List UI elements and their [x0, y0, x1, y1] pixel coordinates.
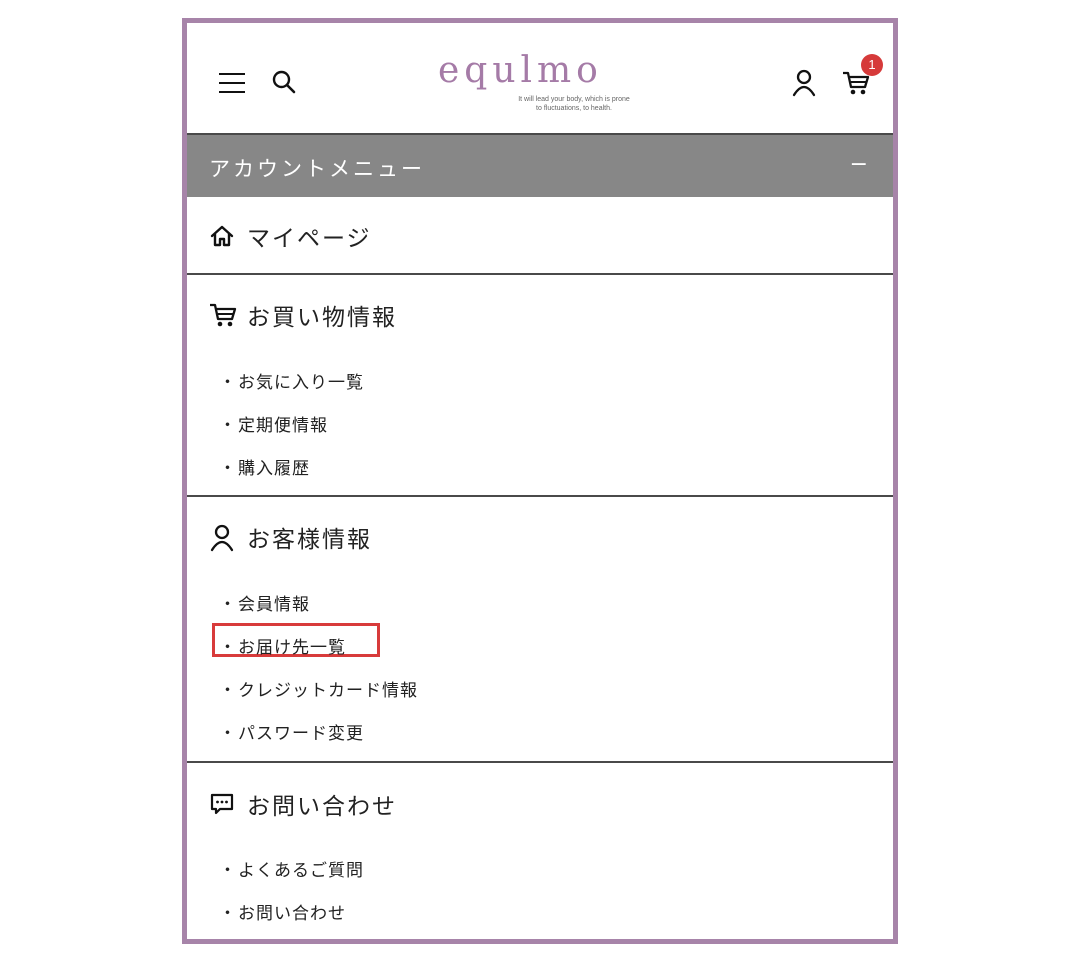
contact-label: お問い合わせ: [247, 794, 397, 820]
sub-item-change-password[interactable]: ・パスワード変更: [187, 713, 893, 756]
sub-item-member-info[interactable]: ・会員情報: [187, 584, 893, 627]
sub-item-label: よくあるご質問: [238, 861, 364, 881]
sub-item-purchase-history[interactable]: ・購入履歴: [187, 448, 893, 491]
customer-sub-list: ・会員情報 ・お届け先一覧 ・クレジットカード情報 ・パスワード変更: [187, 584, 893, 756]
sub-item-label: お届け先一覧: [238, 638, 346, 658]
contact-sub-list: ・よくあるご質問 ・お問い合わせ: [187, 850, 893, 936]
section-mypage: マイページ: [187, 197, 893, 275]
site-logo[interactable]: equlmo It will lead your body, which is …: [438, 50, 663, 113]
mypage-label: マイページ: [247, 226, 372, 252]
search-icon[interactable]: [271, 69, 297, 99]
bullet: ・: [219, 595, 237, 615]
account-menu-title: アカウントメニュー: [209, 157, 425, 181]
shopping-label: お買い物情報: [247, 305, 397, 331]
customer-label: お客様情報: [247, 527, 372, 553]
hamburger-menu-icon[interactable]: [219, 73, 245, 93]
logo-tagline: It will lead your body, which is prone t…: [484, 95, 664, 113]
customer-heading: お客様情報: [209, 520, 372, 554]
account-menu-header[interactable]: アカウントメニュー −: [187, 135, 893, 197]
logo-text: equlmo: [438, 50, 603, 91]
sub-item-favorites[interactable]: ・お気に入り一覧: [187, 362, 893, 405]
sub-item-contact[interactable]: ・お問い合わせ: [187, 893, 893, 936]
shopping-sub-list: ・お気に入り一覧 ・定期便情報 ・購入履歴: [187, 362, 893, 491]
bullet: ・: [219, 638, 237, 658]
cart-icon: [209, 302, 237, 328]
mobile-frame: equlmo It will lead your body, which is …: [182, 18, 898, 944]
sub-item-label: クレジットカード情報: [238, 681, 418, 701]
site-header: equlmo It will lead your body, which is …: [187, 23, 893, 135]
section-contact: お問い合わせ ・よくあるご質問 ・お問い合わせ: [187, 763, 893, 939]
collapse-toggle-icon[interactable]: −: [850, 152, 871, 177]
contact-heading: お問い合わせ: [209, 787, 397, 821]
sub-item-label: 定期便情報: [238, 416, 328, 436]
sub-item-label: 会員情報: [238, 595, 310, 615]
bullet: ・: [219, 459, 237, 479]
logo-tagline-line-2: to fluctuations, to health.: [536, 105, 612, 112]
bullet: ・: [219, 373, 237, 393]
mypage-link[interactable]: マイページ: [209, 219, 372, 253]
sub-item-label: パスワード変更: [238, 724, 364, 744]
bullet: ・: [219, 861, 237, 881]
sub-item-label: お気に入り一覧: [238, 373, 364, 393]
chat-icon: [209, 791, 235, 817]
home-icon: [209, 223, 235, 249]
bullet: ・: [219, 681, 237, 701]
sub-item-delivery-addresses[interactable]: ・お届け先一覧: [187, 623, 893, 670]
bullet: ・: [219, 416, 237, 436]
person-icon: [209, 524, 235, 552]
sub-item-credit-card[interactable]: ・クレジットカード情報: [187, 670, 893, 713]
section-customer: お客様情報 ・会員情報 ・お届け先一覧 ・クレジットカード情報 ・パスワード変更: [187, 497, 893, 763]
account-icon[interactable]: [791, 69, 817, 101]
section-shopping: お買い物情報 ・お気に入り一覧 ・定期便情報 ・購入履歴: [187, 275, 893, 497]
cart-count-badge: 1: [861, 54, 883, 76]
sub-item-label: お問い合わせ: [238, 904, 346, 924]
shopping-heading: お買い物情報: [209, 298, 397, 332]
sub-item-faq[interactable]: ・よくあるご質問: [187, 850, 893, 893]
sub-item-subscription[interactable]: ・定期便情報: [187, 405, 893, 448]
bullet: ・: [219, 904, 237, 924]
logo-tagline-line-1: It will lead your body, which is prone: [518, 96, 630, 103]
bullet: ・: [219, 724, 237, 744]
sub-item-label: 購入履歴: [238, 459, 310, 479]
